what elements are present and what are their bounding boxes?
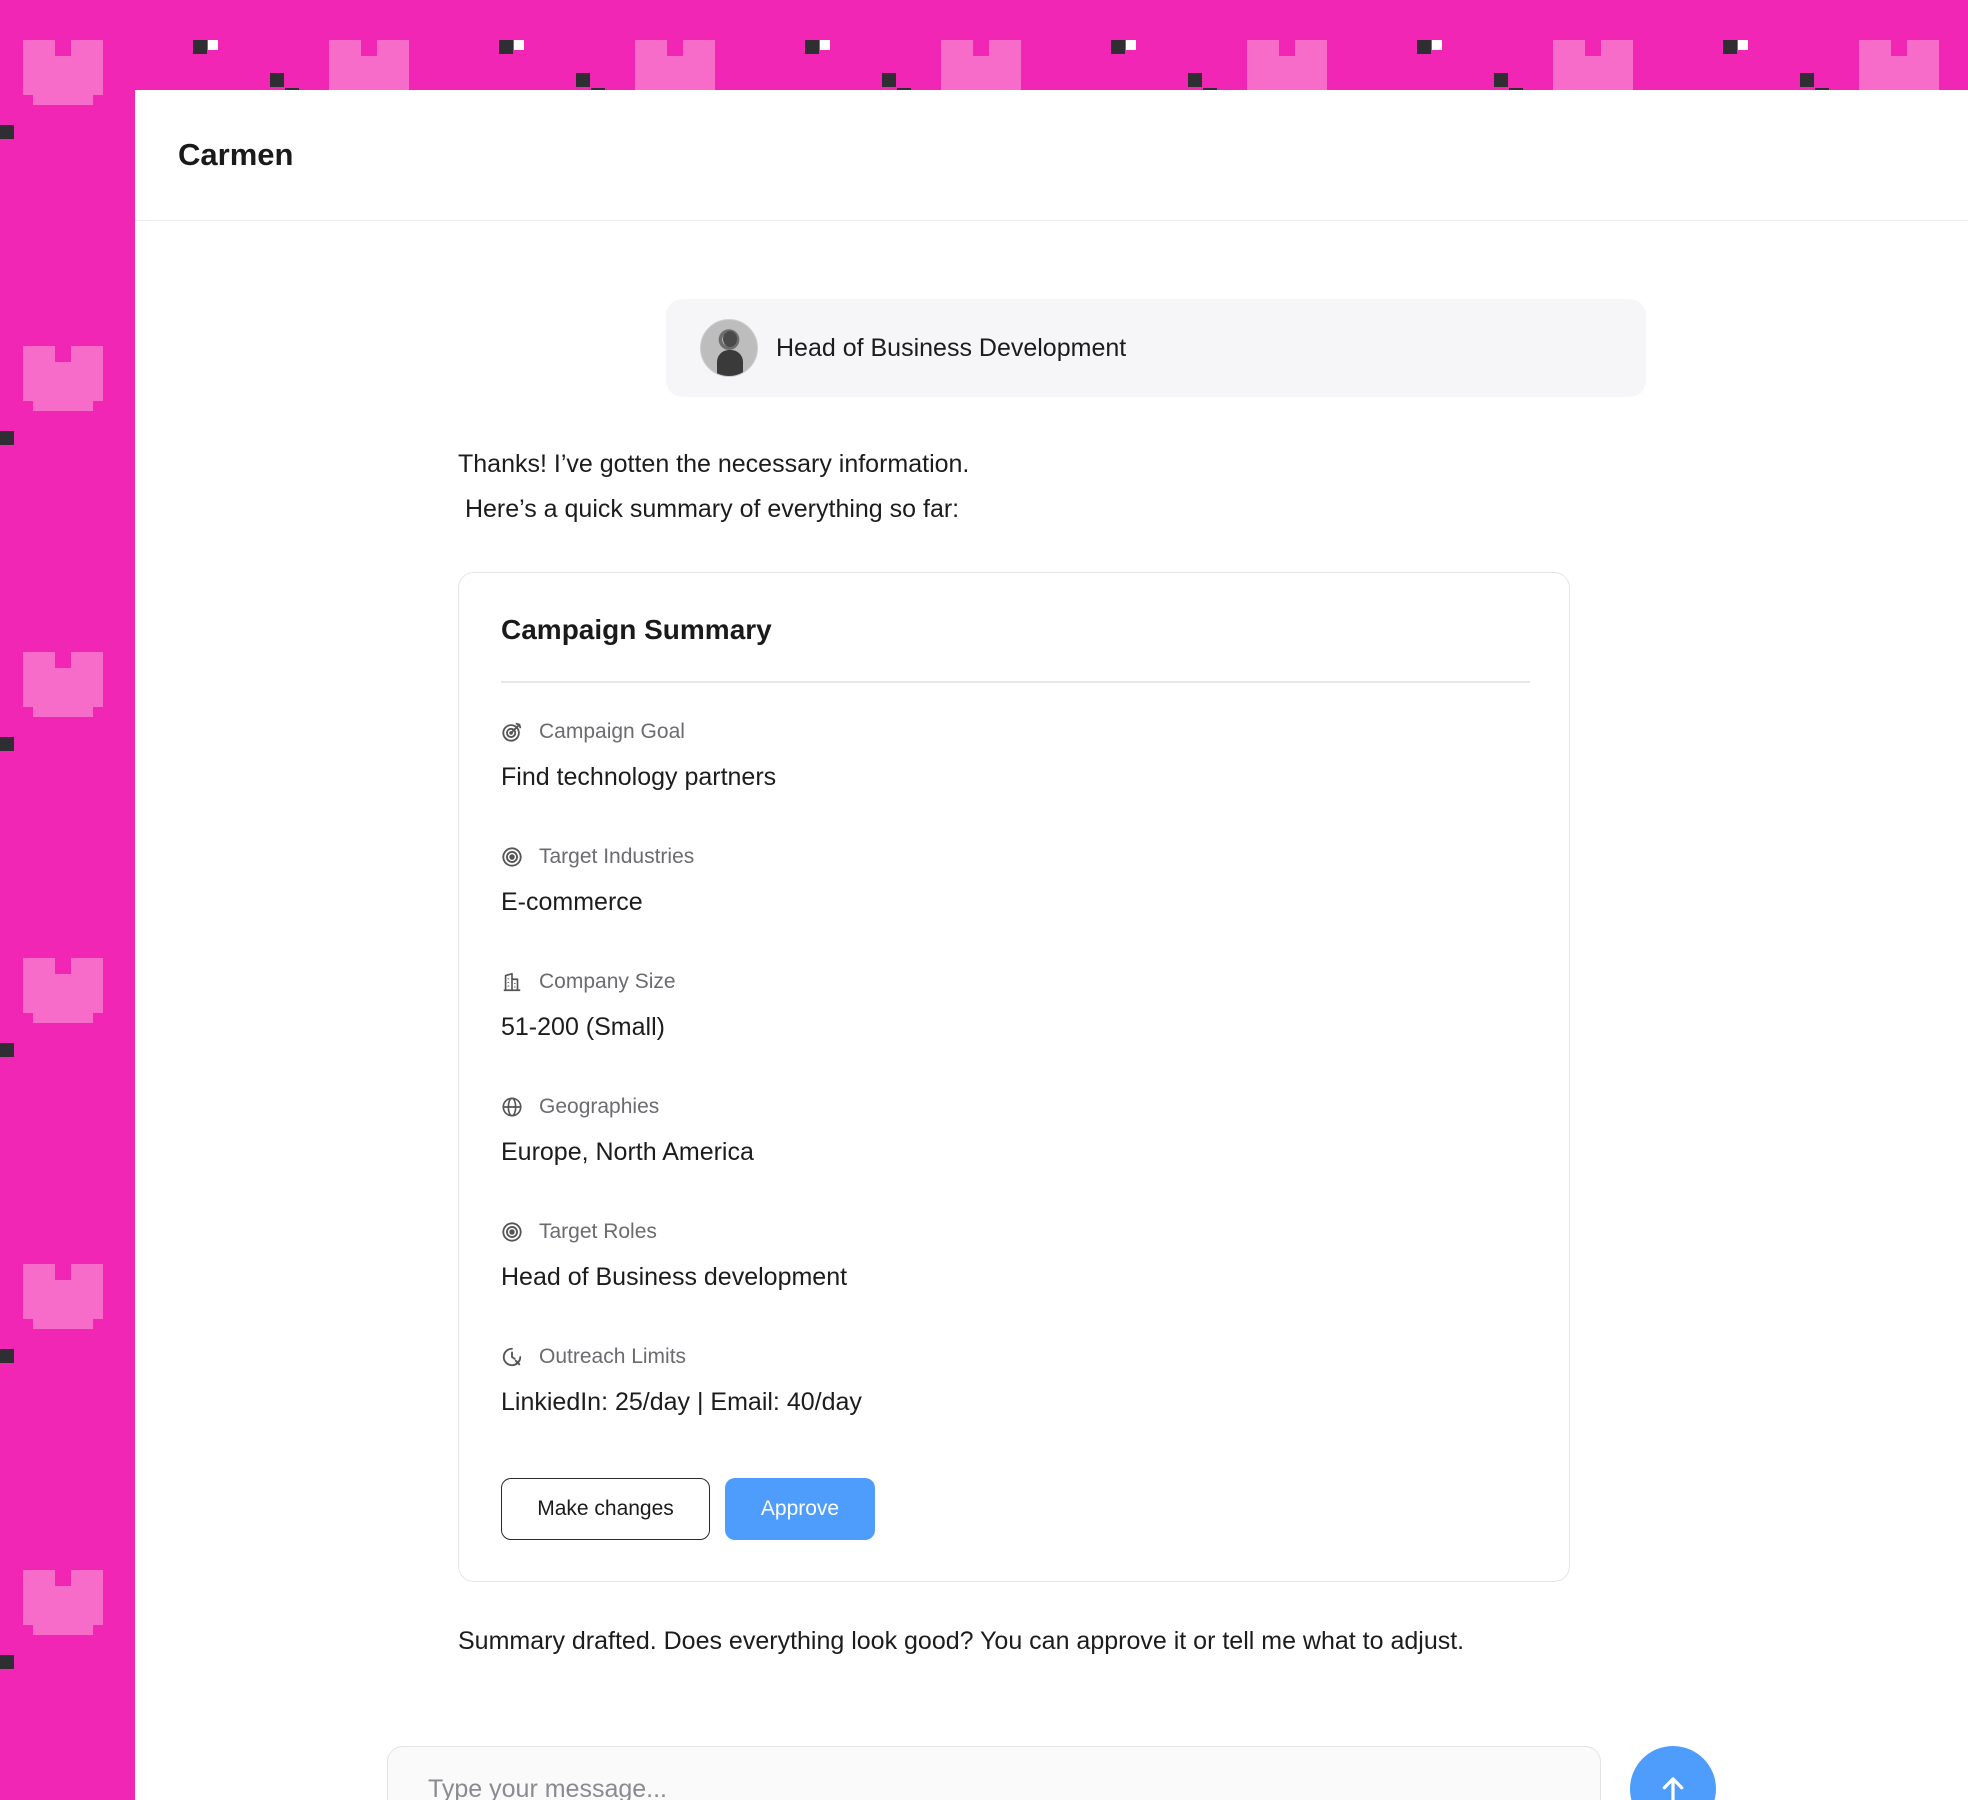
field-label: Company Size (539, 970, 676, 993)
field-target-roles: Target Roles Head of Business developmen… (501, 1219, 847, 1292)
field-outreach-limits: Outreach Limits LinkiedIn: 25/day | Emai… (501, 1344, 862, 1417)
field-value: Europe, North America (501, 1138, 754, 1166)
field-label: Outreach Limits (539, 1345, 687, 1368)
approve-button[interactable]: Approve (725, 1478, 875, 1540)
target-icon (502, 847, 522, 867)
field-value: Head of Business development (501, 1263, 848, 1291)
field-value: Find technology partners (501, 763, 777, 791)
message-input[interactable] (428, 1769, 1558, 1800)
assistant-intro-line: Here’s a quick summary of everything so … (458, 495, 960, 523)
target-arrow-icon (502, 722, 522, 742)
page-title: Carmen (178, 137, 294, 172)
field-target-industries: Target Industries E-commerce (501, 844, 694, 917)
field-company-size: Company Size 51-200 (Small) (501, 969, 676, 1042)
field-label: Target Industries (539, 845, 695, 868)
campaign-summary-card: Campaign Summary Campaign Goal Find tech… (458, 572, 1570, 1582)
user-avatar (700, 319, 758, 377)
assistant-intro-line: Thanks! I’ve gotten the necessary inform… (458, 450, 970, 478)
assistant-followup-message: Summary drafted. Does everything look go… (458, 1627, 1465, 1655)
assistant-intro-message: Thanks! I’ve gotten the necessary inform… (458, 442, 969, 532)
user-message-text: Head of Business Development (776, 333, 1127, 362)
send-button[interactable] (1630, 1746, 1716, 1800)
globe-icon (502, 1097, 522, 1117)
field-value: LinkiedIn: 25/day | Email: 40/day (501, 1388, 862, 1416)
field-campaign-goal: Campaign Goal Find technology partners (501, 719, 776, 792)
field-label: Geographies (539, 1095, 660, 1118)
make-changes-button[interactable]: Make changes (501, 1478, 710, 1540)
chat-header: Carmen (135, 90, 1968, 221)
chat-panel: Carmen Head of Business Development Than… (135, 90, 1968, 1800)
arrow-up-icon (1662, 1777, 1684, 1800)
building-icon (503, 972, 521, 992)
card-divider (501, 681, 1530, 683)
target-icon (502, 1222, 522, 1242)
user-message-bubble: Head of Business Development (666, 299, 1646, 397)
message-composer (387, 1746, 1601, 1800)
field-geographies: Geographies Europe, North America (501, 1094, 754, 1167)
card-actions: Make changes Approve (501, 1478, 875, 1540)
field-label: Campaign Goal (539, 720, 685, 743)
field-label: Target Roles (539, 1220, 657, 1243)
field-value: 51-200 (Small) (501, 1013, 665, 1041)
card-title: Campaign Summary (501, 614, 772, 645)
clock-icon (502, 1347, 522, 1367)
field-value: E-commerce (501, 888, 643, 916)
